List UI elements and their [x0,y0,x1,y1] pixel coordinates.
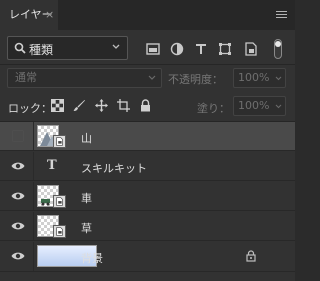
smart-object-badge-icon [53,135,66,148]
layer-name: 車 [81,192,92,205]
visibility-toggle-off[interactable] [12,130,24,142]
smart-object-badge-icon [53,225,66,238]
lock-paint-icon[interactable] [73,99,86,112]
eye-icon[interactable] [11,251,25,261]
filter-row: 種類 [0,36,295,62]
panel-tab-bar: レイヤー × [0,0,295,30]
chevron-down-icon [148,75,156,80]
filter-kind-select[interactable]: 種類 [7,36,128,60]
chevron-down-icon [275,76,282,81]
smartobject-filter-icon[interactable] [244,42,258,56]
filter-kind-label: 種類 [29,43,54,57]
layer-row[interactable]: 背景 [0,242,295,272]
adjustment-filter-icon[interactable] [170,42,184,56]
lock-artboard-icon[interactable] [117,99,130,112]
fill-value: 100% [238,99,270,112]
lock-position-icon[interactable] [95,99,108,112]
shape-filter-icon[interactable] [218,42,232,56]
layer-name: 山 [81,132,92,145]
lock-label: ロック： [8,102,52,115]
eye-icon[interactable] [11,191,25,201]
panel-menu-icon[interactable] [276,11,287,19]
divider [0,64,295,65]
type-filter-icon[interactable] [194,42,208,56]
blend-mode-value: 通常 [15,71,37,84]
lock-transparent-icon[interactable] [51,99,64,112]
eye-icon[interactable] [11,161,25,171]
smart-object-badge-icon [53,195,66,208]
layer-row[interactable]: 山 [0,122,295,151]
fill-label: 塗り： [197,102,230,115]
chevron-down-icon [275,104,282,109]
layer-row[interactable]: 草 [0,212,295,241]
type-layer-icon: T [47,158,57,173]
filter-toggle-icon[interactable] [274,39,282,59]
eye-icon[interactable] [11,221,25,231]
opacity-field[interactable]: 100% [233,68,286,88]
fill-field[interactable]: 100% [233,96,286,116]
chevron-down-icon [112,44,120,49]
lock-all-icon[interactable] [139,99,152,112]
tab-close-icon[interactable]: × [45,0,57,30]
lock-icon[interactable] [246,250,256,262]
layer-name: 背景 [81,252,103,265]
layer-name: スキルキット [81,162,147,175]
opacity-label: 不透明度： [168,73,223,86]
layer-row[interactable]: T スキルキット [0,152,295,181]
opacity-value: 100% [238,71,270,84]
layer-name: 草 [81,222,92,235]
image-filter-icon[interactable] [146,42,160,56]
layers-panel: レイヤー × 種類 通常 不透明度： 100% ロック： 塗り： 100% 山 … [0,0,295,281]
search-icon [14,42,26,54]
layer-row[interactable]: 車 [0,182,295,211]
blend-mode-select[interactable]: 通常 [7,68,162,88]
